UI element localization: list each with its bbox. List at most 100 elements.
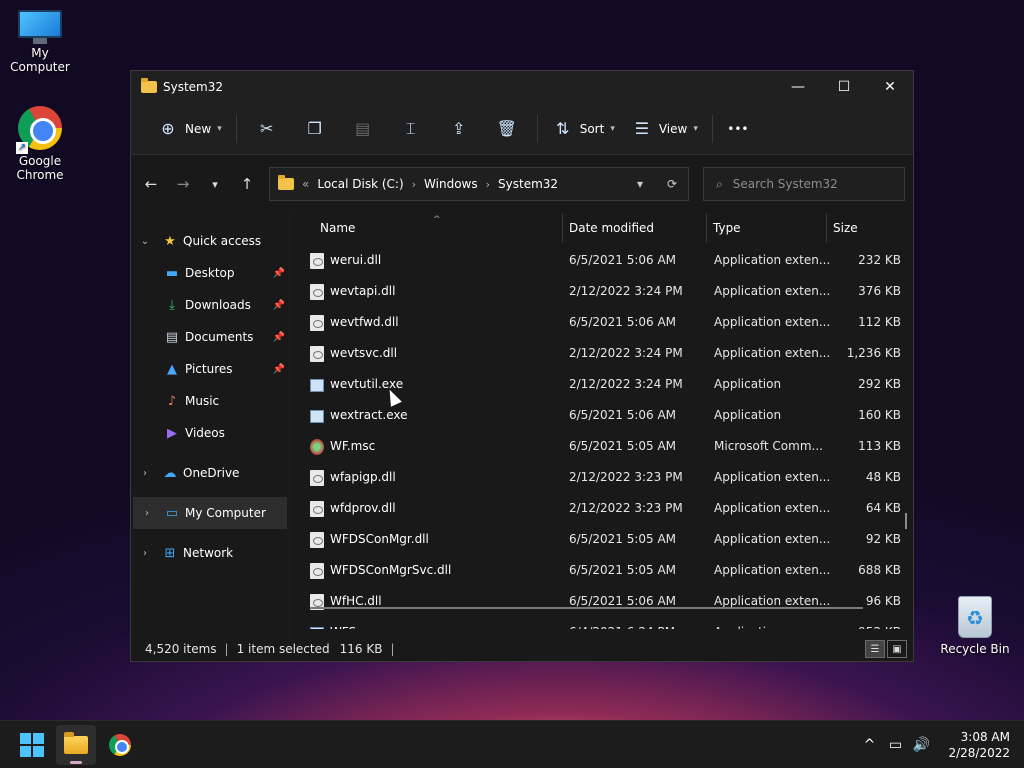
tiles-view-button[interactable]: ▣ xyxy=(887,640,907,658)
up-button[interactable]: ↑ xyxy=(231,168,263,200)
cut-button[interactable]: ✂ xyxy=(243,113,291,145)
dll-file-icon xyxy=(310,284,324,300)
desktop-icon-recycle-bin[interactable]: Recycle Bin xyxy=(935,596,1015,656)
recent-locations-button[interactable]: ▾ xyxy=(199,168,231,200)
download-icon: ⤓ xyxy=(169,297,175,313)
exe-file-icon xyxy=(310,379,324,392)
taskbar-file-explorer[interactable] xyxy=(56,724,96,765)
video-icon: ▶ xyxy=(167,425,177,441)
volume-icon[interactable]: 🔊 xyxy=(909,737,933,753)
file-row[interactable]: wevtutil.exe 2/12/2022 3:24 PM Application… xyxy=(290,369,913,400)
file-row[interactable]: wfapigp.dll 2/12/2022 3:23 PM Application … xyxy=(290,462,913,493)
search-box[interactable]: ⌕ Search System32 xyxy=(703,167,905,201)
file-row[interactable]: WFDSConMgr.dll 6/5/2021 5:05 AM Applicatio… xyxy=(290,524,913,555)
file-type: Application exten... xyxy=(714,470,831,484)
dll-file-icon xyxy=(310,470,324,486)
file-size: 376 KB xyxy=(858,284,901,298)
file-size: 952 KB xyxy=(858,617,901,629)
dll-file-icon xyxy=(310,563,324,579)
file-row[interactable]: wevtapi.dll 2/12/2022 3:24 PM Application … xyxy=(290,276,913,307)
file-name: wfapigp.dll xyxy=(330,470,396,484)
file-size: 160 KB xyxy=(858,408,901,422)
breadcrumb-windows[interactable]: Windows xyxy=(424,177,478,191)
command-bar: ⊕ New ▾ ✂ ❐ ▤ ⌶ ⇪ 🗑 ⇅ Sort ▾ ☰ View ▾ ••… xyxy=(131,103,913,155)
file-size: 64 KB xyxy=(865,501,901,515)
desktop-icon-my-computer[interactable]: My Computer xyxy=(0,10,80,74)
file-row[interactable]: wfdprov.dll 2/12/2022 3:23 PM Application … xyxy=(290,493,913,524)
chevron-down-icon: ▾ xyxy=(610,123,615,134)
delete-button[interactable]: 🗑 xyxy=(483,113,531,145)
nav-downloads[interactable]: ⤓ Downloads 📌 xyxy=(131,289,289,321)
close-button[interactable]: ✕ xyxy=(867,71,913,103)
paste-button[interactable]: ▤ xyxy=(339,113,387,145)
address-bar[interactable]: « Local Disk (C:) › Windows › System32 ▾… xyxy=(269,167,689,201)
nav-quick-access[interactable]: ⌄ ★ Quick access xyxy=(131,225,289,257)
breadcrumb-system32[interactable]: System32 xyxy=(498,177,558,191)
taskbar-chrome[interactable] xyxy=(100,725,140,765)
file-size: 688 KB xyxy=(858,563,901,577)
details-view-button[interactable]: ☰ xyxy=(865,640,885,658)
desktop-icon-chrome[interactable]: ↗ Google Chrome xyxy=(0,106,80,182)
file-size: 292 KB xyxy=(858,377,901,391)
column-header-size[interactable]: Size xyxy=(826,213,906,243)
file-date-modified: 2/12/2022 3:24 PM xyxy=(569,346,683,360)
file-row[interactable]: WFS.exe 6/4/2021 6:24 PM Application 952 KB xyxy=(290,617,913,629)
delete-icon: 🗑 xyxy=(496,119,517,138)
nav-documents[interactable]: ▤ Documents 📌 xyxy=(131,321,289,353)
file-row[interactable]: werui.dll 6/5/2021 5:06 AM Application ext… xyxy=(290,245,913,276)
clock[interactable]: 3:08 AM 2/28/2022 xyxy=(948,729,1010,761)
column-header-type[interactable]: Type xyxy=(706,213,826,243)
file-date-modified: 2/12/2022 3:24 PM xyxy=(569,284,683,298)
nav-pictures[interactable]: ▲ Pictures 📌 xyxy=(131,353,289,385)
breadcrumb-chevron-icon: › xyxy=(411,177,417,191)
toolbar-divider xyxy=(711,114,713,143)
file-date-modified: 2/12/2022 3:24 PM xyxy=(569,377,683,391)
nav-network[interactable]: › ⊞ Network xyxy=(131,537,289,569)
nav-music[interactable]: ♪ Music xyxy=(131,385,289,417)
column-header-name[interactable]: Name xyxy=(314,213,355,243)
back-button[interactable]: ← xyxy=(135,168,167,200)
file-row[interactable]: WF.msc 6/5/2021 5:05 AM Microsoft Comm... 1… xyxy=(290,431,913,462)
plus-circle-icon: ⊕ xyxy=(161,119,175,138)
chevron-down-icon: ⌄ xyxy=(140,235,150,247)
nav-videos[interactable]: ▶ Videos xyxy=(131,417,289,449)
ellipsis-icon: ••• xyxy=(727,121,749,136)
title-bar[interactable]: System32 — ☐ ✕ xyxy=(131,71,913,103)
nav-my-computer[interactable]: › ▭ My Computer xyxy=(133,497,287,529)
more-options-button[interactable]: ••• xyxy=(719,113,757,145)
breadcrumb-overflow[interactable]: « xyxy=(302,177,309,191)
sort-button[interactable]: ⇅ Sort ▾ xyxy=(544,113,623,145)
network-icon[interactable]: ▭ xyxy=(883,737,907,753)
file-date-modified: 6/5/2021 5:06 AM xyxy=(569,315,677,329)
file-row[interactable]: wevtsvc.dll 2/12/2022 3:24 PM Application … xyxy=(290,338,913,369)
nav-desktop[interactable]: ▬ Desktop 📌 xyxy=(131,257,289,289)
file-row[interactable]: wextract.exe 6/5/2021 5:06 AM Application 1… xyxy=(290,400,913,431)
rename-button[interactable]: ⌶ xyxy=(387,113,435,145)
copy-icon: ❐ xyxy=(307,119,322,138)
share-icon: ⇪ xyxy=(452,119,466,138)
file-size: 232 KB xyxy=(858,253,901,267)
nav-onedrive[interactable]: › ☁ OneDrive xyxy=(131,457,289,489)
tiles-view-icon: ▣ xyxy=(892,643,902,655)
refresh-button[interactable]: ⟳ xyxy=(656,177,688,191)
breadcrumb-local-disk[interactable]: Local Disk (C:) xyxy=(317,177,403,191)
copy-button[interactable]: ❐ xyxy=(291,113,339,145)
view-button[interactable]: ☰ View ▾ xyxy=(623,113,706,145)
address-history-button[interactable]: ▾ xyxy=(624,177,656,191)
start-button[interactable] xyxy=(12,725,52,765)
vertical-scrollbar[interactable] xyxy=(905,513,907,529)
share-button[interactable]: ⇪ xyxy=(435,113,483,145)
search-placeholder: Search System32 xyxy=(732,177,838,191)
forward-button[interactable]: → xyxy=(167,168,199,200)
horizontal-scrollbar[interactable] xyxy=(310,607,863,609)
chevron-up-icon[interactable]: ^ xyxy=(857,737,881,753)
msc-file-icon xyxy=(310,439,324,455)
file-row[interactable]: WfHC.dll 6/5/2021 5:06 AM Application exte… xyxy=(290,586,913,617)
maximize-button[interactable]: ☐ xyxy=(821,71,867,103)
file-row[interactable]: WFDSConMgrSvc.dll 6/5/2021 5:05 AM Applica… xyxy=(290,555,913,586)
file-row[interactable]: wevtfwd.dll 6/5/2021 5:06 AM Application e… xyxy=(290,307,913,338)
new-button[interactable]: ⊕ New ▾ xyxy=(149,113,230,145)
column-header-date[interactable]: Date modified xyxy=(562,213,706,243)
toolbar-divider xyxy=(235,114,237,143)
minimize-button[interactable]: — xyxy=(775,71,821,103)
